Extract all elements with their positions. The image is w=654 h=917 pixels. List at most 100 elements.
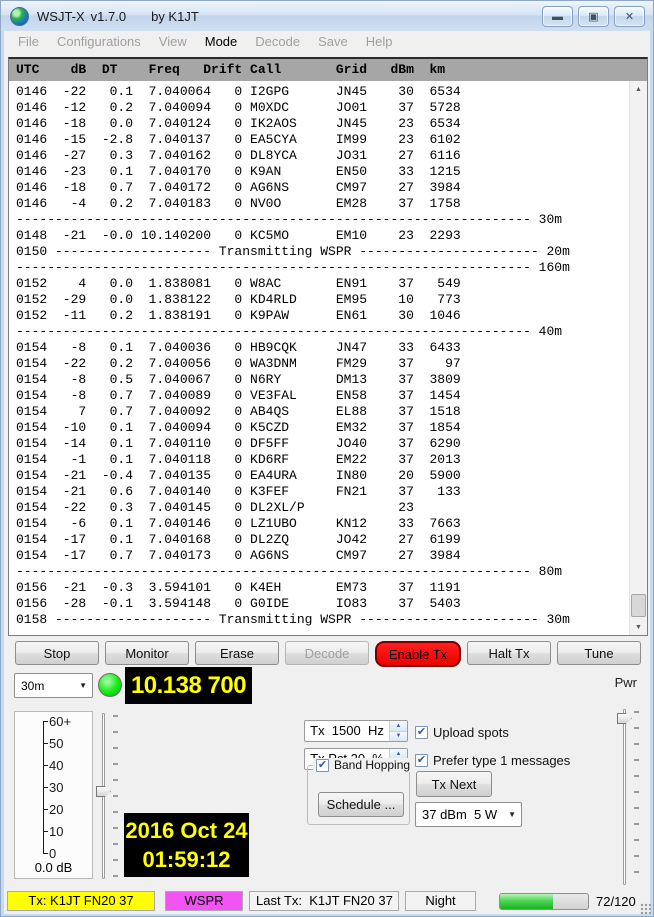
spin-down-icon: ▼ — [390, 732, 407, 742]
table-row: 0146 -12 0.2 7.040094 0 M0XDC JO01 37 57… — [16, 100, 630, 116]
table-row: 0146 -23 0.1 7.040170 0 K9AN EN50 33 121… — [16, 164, 630, 180]
date-value: 2016 Oct 24 — [124, 816, 249, 845]
table-row: 0152 -29 0.0 1.838122 0 KD4RLD EM95 10 7… — [16, 292, 630, 308]
monitor-button[interactable]: Monitor — [105, 641, 189, 665]
band-hopping-label: Band Hopping — [334, 758, 410, 772]
time-value: 01:59:12 — [124, 845, 249, 874]
stop-button[interactable]: Stop — [15, 641, 99, 665]
table-row: 0154 -6 0.1 7.040146 0 LZ1UBO KN12 33 76… — [16, 516, 630, 532]
status-bar: Tx: K1JT FN20 37 WSPR Last Tx: K1JT FN20… — [4, 888, 650, 914]
table-row: 0146 -18 0.7 7.040172 0 AG6NS CM97 27 39… — [16, 180, 630, 196]
band-separator: ----------------------------------------… — [16, 564, 630, 580]
rx-status-lamp — [98, 673, 122, 697]
menu-view: View — [150, 34, 196, 49]
transmit-row: 0150 -------------------- Transmitting W… — [16, 244, 630, 260]
table-row: 0154 -8 0.7 7.040089 0 VE3FAL EN58 37 14… — [16, 388, 630, 404]
table-row: 0154 -21 0.6 7.040140 0 K3FEF FN21 37 13… — [16, 484, 630, 500]
menu-save: Save — [309, 34, 357, 49]
wsjtx-window: WSJT-X v1.7.0 by K1JT ▬ ▣ ✕ FileConfigur… — [0, 0, 654, 917]
checkbox-checked-icon: ✔ — [316, 759, 329, 772]
table-header: UTC dB DT Freq Drift Call Grid dBm km — [9, 59, 647, 81]
title-bar: WSJT-X v1.7.0 by K1JT ▬ ▣ ✕ — [1, 1, 653, 31]
prefer-type1-checkbox[interactable]: ✔ Prefer type 1 messages — [415, 753, 570, 768]
status-mode-badge: WSPR — [165, 891, 243, 911]
rx-gain-slider[interactable] — [94, 713, 118, 879]
menu-mode[interactable]: Mode — [196, 34, 247, 49]
table-row: 0154 -22 0.2 7.040056 0 WA3DNM FM29 37 9… — [16, 356, 630, 372]
maximize-button[interactable]: ▣ — [578, 6, 609, 27]
table-row: 0154 -14 0.1 7.040110 0 DF5FF JO40 37 62… — [16, 436, 630, 452]
menu-bar: FileConfigurationsViewModeDecodeSaveHelp — [4, 31, 650, 51]
rx-level-meter: 60+50403020100 0.0 dB — [14, 711, 93, 879]
scroll-down-icon[interactable]: ▼ — [630, 619, 647, 635]
decode-table: UTC dB DT Freq Drift Call Grid dBm km 01… — [8, 57, 648, 636]
decode-button: Decode — [285, 641, 369, 665]
slider-thumb[interactable] — [617, 713, 632, 724]
dial-frequency-display[interactable]: 10.138 700 — [125, 667, 252, 704]
meter-tick: 10 — [43, 824, 63, 839]
upload-spots-checkbox[interactable]: ✔ Upload spots — [415, 725, 509, 740]
slider-ticks — [113, 715, 118, 877]
tune-button[interactable]: Tune — [557, 641, 641, 665]
table-row: 0156 -28 -0.1 3.594148 0 G0IDE IO83 37 5… — [16, 596, 630, 612]
menu-help: Help — [357, 34, 402, 49]
pwr-label: Pwr — [615, 675, 637, 690]
toolbar: StopMonitorEraseDecodeEnable TxHalt TxTu… — [8, 641, 648, 665]
meter-tick: 60+ — [43, 714, 71, 729]
scroll-up-icon[interactable]: ▲ — [630, 81, 647, 97]
band-separator: ----------------------------------------… — [16, 260, 630, 276]
band-value: 30m — [21, 679, 44, 693]
meter-value: 0.0 dB — [15, 860, 92, 875]
table-row: 0154 -17 0.7 7.040173 0 AG6NS CM97 27 39… — [16, 548, 630, 564]
window-controls: ▬ ▣ ✕ — [542, 6, 645, 27]
slider-thumb[interactable] — [96, 786, 111, 797]
table-row: 0156 -21 -0.3 3.594101 0 K4EH EM73 37 11… — [16, 580, 630, 596]
close-button[interactable]: ✕ — [614, 6, 645, 27]
spin-up-icon: ▲ — [390, 721, 407, 732]
minimize-button[interactable]: ▬ — [542, 6, 573, 27]
band-hopping-checkbox[interactable]: ✔ Band Hopping — [313, 758, 413, 772]
chevron-down-icon: ▼ — [79, 681, 87, 690]
window-title: WSJT-X — [37, 9, 85, 24]
schedule-button[interactable]: Schedule ... — [318, 792, 404, 817]
tx-freq-value: Tx 1500 Hz — [305, 721, 389, 741]
maximize-icon: ▣ — [588, 10, 598, 23]
table-row: 0154 7 0.7 7.040092 0 AB4QS EL88 37 1518 — [16, 404, 630, 420]
power-select[interactable]: 37 dBm 5 W ▼ — [415, 802, 522, 827]
tx-next-button[interactable]: Tx Next — [416, 771, 492, 797]
window-version: v1.7.0 — [91, 9, 126, 24]
checkbox-checked-icon: ✔ — [415, 754, 428, 767]
erase-button[interactable]: Erase — [195, 641, 279, 665]
scrollbar-thumb[interactable] — [631, 594, 646, 617]
tx-progress-count: 72/120 — [596, 894, 636, 909]
status-tx-message: Tx: K1JT FN20 37 — [7, 891, 155, 911]
spinner-arrows[interactable]: ▲ ▼ — [389, 721, 407, 741]
table-row: 0152 -11 0.2 1.838191 0 K9PAW EN61 30 10… — [16, 308, 630, 324]
slider-ticks — [634, 711, 639, 883]
meter-tick: 20 — [43, 802, 63, 817]
meter-tick: 40 — [43, 758, 63, 773]
table-row: 0154 -17 0.1 7.040168 0 DL2ZQ JO42 27 61… — [16, 532, 630, 548]
menu-file: File — [9, 34, 48, 49]
pwr-slider[interactable] — [615, 709, 639, 885]
resize-grip[interactable] — [640, 903, 651, 914]
table-body: 0146 -22 0.1 7.040064 0 I2GPG JN45 30 65… — [9, 81, 630, 635]
prefer-type1-label: Prefer type 1 messages — [433, 753, 570, 768]
table-row: 0146 -27 0.3 7.040162 0 DL8YCA JO31 27 6… — [16, 148, 630, 164]
status-last-tx: Last Tx: K1JT FN20 37 — [249, 891, 399, 911]
menu-configurations: Configurations — [48, 34, 150, 49]
meter-tick: 0 — [43, 846, 56, 861]
table-row: 0146 -18 0.0 7.040124 0 IK2AOS JN45 23 6… — [16, 116, 630, 132]
tx-progress-bar — [499, 893, 589, 910]
table-row: 0154 -1 0.1 7.040118 0 KD6RF EM22 37 201… — [16, 452, 630, 468]
tx-freq-spinner[interactable]: Tx 1500 Hz ▲ ▼ — [304, 720, 408, 742]
band-separator: ----------------------------------------… — [16, 212, 630, 228]
minimize-icon: ▬ — [552, 11, 563, 23]
enable-tx-button[interactable]: Enable Tx — [375, 641, 461, 667]
window-byline: by K1JT — [151, 9, 199, 24]
halt-tx-button[interactable]: Halt Tx — [467, 641, 551, 665]
table-scrollbar[interactable]: ▲ ▼ — [629, 81, 647, 635]
checkbox-checked-icon: ✔ — [415, 726, 428, 739]
table-row: 0154 -8 0.5 7.040067 0 N6RY DM13 37 3809 — [16, 372, 630, 388]
band-select[interactable]: 30m ▼ — [14, 673, 93, 698]
